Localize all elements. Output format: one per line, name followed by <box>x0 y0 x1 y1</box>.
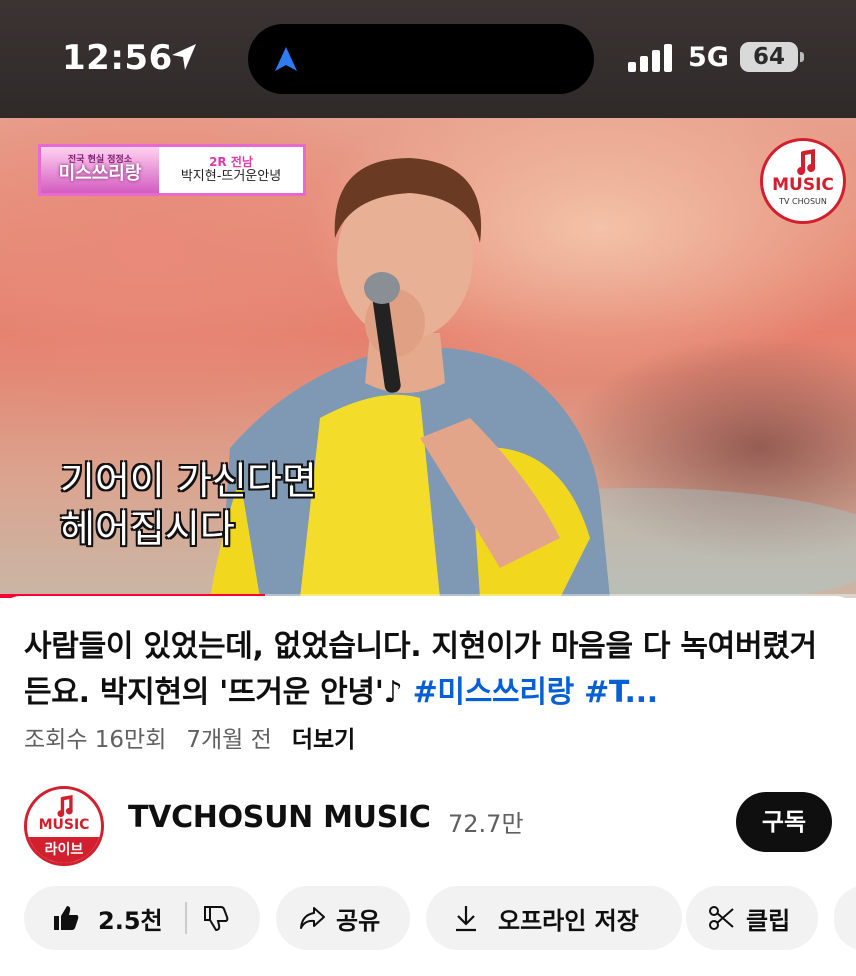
channel-name[interactable]: TVCHOSUN MUSIC <box>128 800 431 835</box>
music-note-icon <box>57 795 73 817</box>
battery-tip <box>800 52 804 62</box>
navigation-arrow-icon <box>275 47 297 71</box>
like-count[interactable]: 2.5천 <box>98 901 163 936</box>
thumbs-down-icon[interactable] <box>201 904 229 932</box>
channel-row[interactable]: MUSIC 라이브 TVCHOSUN MUSIC 72.7만 구독 <box>24 780 832 872</box>
download-button[interactable]: 오프라인 저장 <box>426 886 682 950</box>
video-info-panel: 사람들이 있었는데, 없었습니다. 지현이가 마음을 다 녹여버렸거든요. 박지… <box>0 596 856 976</box>
video-title[interactable]: 사람들이 있었는데, 없었습니다. 지현이가 마음을 다 녹여버렸거든요. 박지… <box>24 624 832 716</box>
channel-avatar[interactable]: MUSIC 라이브 <box>24 786 104 866</box>
like-dislike-chip: 2.5천 <box>24 886 260 950</box>
round-label: 2R 전남 <box>209 155 253 169</box>
network-type: 5G <box>688 42 729 73</box>
thumbs-up-icon[interactable] <box>52 904 80 932</box>
program-logo: 전국 현실 정정소 미스쓰리랑 <box>41 147 159 193</box>
broadcaster-watermark: MUSIC TV CHOSUN <box>760 138 846 224</box>
status-bar: 12:56 5G 64 <box>0 0 856 118</box>
view-count: 조회수 16만회 <box>24 727 167 753</box>
scissors-icon <box>709 906 734 930</box>
share-button[interactable]: 공유 <box>276 886 410 950</box>
action-bar: 2.5천 공유 오프라인 저장 클립 <box>24 886 856 950</box>
cellular-signal-icon <box>628 44 672 72</box>
more-button[interactable]: 더보기 <box>292 720 355 754</box>
subscribe-button[interactable]: 구독 <box>736 792 832 852</box>
clock: 12:56 <box>62 38 173 78</box>
hashtag-link[interactable]: #미스쓰리랑 #T... <box>413 675 659 710</box>
song-label: 박지현-뜨거운안녕 <box>180 169 282 185</box>
subscriber-count: 72.7만 <box>448 810 524 838</box>
program-info: 2R 전남 박지현-뜨거운안녕 <box>159 155 303 185</box>
subtitle-line: 기어이 가신다면 <box>60 459 317 503</box>
video-metadata[interactable]: 조회수 16만회 7개월 전 더보기 <box>24 720 355 754</box>
download-icon <box>456 906 476 932</box>
upload-age: 7개월 전 <box>186 727 272 753</box>
location-arrow-icon <box>172 44 196 70</box>
live-badge: 라이브 <box>27 837 101 863</box>
clip-button[interactable]: 클립 <box>686 886 818 950</box>
share-icon <box>300 907 325 929</box>
divider <box>184 902 187 934</box>
music-note-icon <box>797 149 816 175</box>
more-actions-chip[interactable] <box>834 886 856 950</box>
battery-icon: 64 <box>740 42 798 72</box>
program-badge: 전국 현실 정정소 미스쓰리랑 2R 전남 박지현-뜨거운안녕 <box>38 144 306 196</box>
subtitle-line: 헤어집시다 <box>60 507 235 551</box>
video-player[interactable]: 전국 현실 정정소 미스쓰리랑 2R 전남 박지현-뜨거운안녕 MUSIC TV… <box>0 118 856 598</box>
